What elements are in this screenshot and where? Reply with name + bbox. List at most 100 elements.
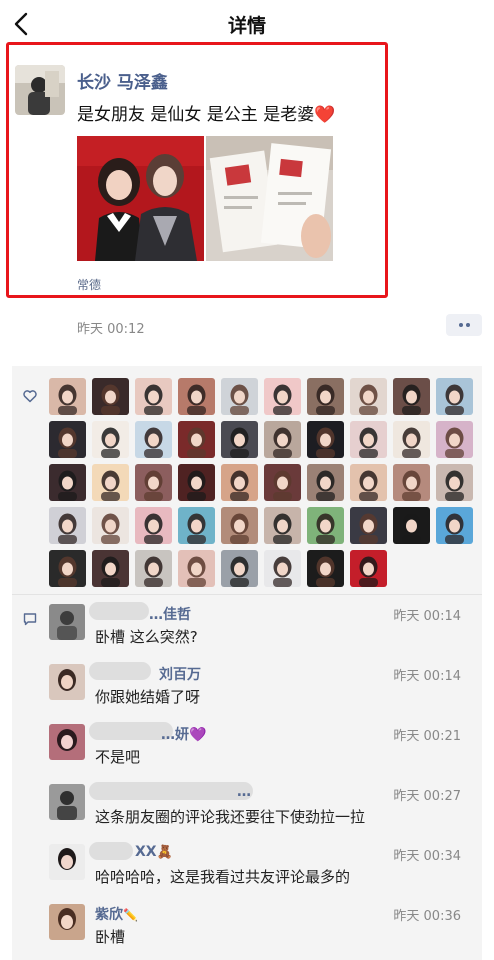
liker-avatar[interactable] (350, 378, 387, 415)
comment-text: 这条朋友圈的评论我还要往下使劲拉一拉 (95, 808, 366, 826)
commenter-name[interactable]: 刘百万 (159, 664, 201, 684)
comment-item[interactable]: 紫欣✏️ 昨天 00:36 卧槽 (49, 904, 475, 954)
liker-avatar[interactable] (135, 507, 172, 544)
liker-avatar[interactable] (135, 421, 172, 458)
liker-avatar[interactable] (135, 378, 172, 415)
post-location[interactable]: 常德 (77, 276, 101, 293)
liker-avatar[interactable] (221, 507, 258, 544)
comment-item[interactable]: XX🧸 昨天 00:34 哈哈哈哈，这是我看过共友评论最多的 (49, 842, 475, 894)
pencil-emoji: ✏️ (123, 908, 138, 922)
liker-avatar[interactable] (178, 507, 215, 544)
liker-avatar[interactable] (92, 550, 129, 587)
commenter-avatar[interactable] (49, 784, 85, 820)
liker-avatar[interactable] (178, 421, 215, 458)
liker-avatar[interactable] (49, 421, 86, 458)
liker-avatar[interactable] (393, 378, 430, 415)
liker-avatar[interactable] (92, 507, 129, 544)
commenter-avatar[interactable] (49, 604, 85, 640)
commenter-name-row[interactable]: …妍💜 (161, 724, 206, 744)
liker-avatar[interactable] (350, 464, 387, 501)
comment-item[interactable]: …妍💜 昨天 00:21 不是吧 (49, 722, 475, 774)
liker-avatar[interactable] (92, 421, 129, 458)
comment-text: 卧槽 (95, 928, 126, 946)
liker-avatar[interactable] (264, 464, 301, 501)
comment-item[interactable]: … 昨天 00:27 这条朋友圈的评论我还要往下使劲拉一拉 (49, 782, 475, 834)
liker-avatar[interactable] (436, 421, 473, 458)
liker-avatar[interactable] (135, 464, 172, 501)
comment-time: 昨天 00:14 (393, 609, 461, 624)
liker-avatar[interactable] (178, 464, 215, 501)
comment-item[interactable]: 刘百万 昨天 00:14 你跟她结婚了呀 (49, 662, 475, 714)
liker-avatar[interactable] (436, 464, 473, 501)
commenter-name[interactable]: … (237, 784, 251, 800)
liker-avatar[interactable] (178, 550, 215, 587)
liker-avatar[interactable] (178, 378, 215, 415)
blurred-name-overlay (89, 782, 253, 800)
comment-time: 昨天 00:34 (393, 849, 461, 864)
commenter-name-row[interactable]: 紫欣✏️ (95, 904, 138, 924)
liker-avatar[interactable] (264, 507, 301, 544)
post-timestamp: 昨天 00:12 (77, 322, 145, 337)
liker-avatar[interactable] (221, 421, 258, 458)
liker-avatar[interactable] (135, 550, 172, 587)
commenter-name[interactable]: …佳哲 (149, 604, 191, 624)
commenter-name: …妍 (161, 727, 189, 743)
liker-avatar[interactable] (49, 550, 86, 587)
comment-time: 昨天 00:21 (393, 729, 461, 744)
comment-time: 昨天 00:27 (393, 789, 461, 804)
liker-avatar[interactable] (436, 378, 473, 415)
liker-avatar[interactable] (221, 464, 258, 501)
liker-avatar[interactable] (221, 378, 258, 415)
commenter-avatar[interactable] (49, 724, 85, 760)
liker-avatar[interactable] (350, 550, 387, 587)
purple-heart-emoji: 💜 (189, 727, 207, 743)
post-photo-couple[interactable] (77, 136, 204, 261)
commenter-name: XX (135, 844, 157, 860)
red-heart-emoji: ❤️ (314, 105, 336, 125)
liker-avatar[interactable] (264, 421, 301, 458)
heart-outline-icon (23, 390, 37, 403)
liker-avatar[interactable] (49, 378, 86, 415)
liker-avatar[interactable] (92, 464, 129, 501)
commenter-avatar[interactable] (49, 664, 85, 700)
commenter-avatar[interactable] (49, 844, 85, 880)
liker-avatar[interactable] (307, 378, 344, 415)
blurred-name-overlay (89, 842, 133, 860)
liker-avatar[interactable] (49, 464, 86, 501)
liker-avatar[interactable] (221, 550, 258, 587)
comment-item[interactable]: …佳哲 昨天 00:14 卧槽 这么突然? (49, 602, 475, 654)
comment-text: 卧槽 这么突然? (95, 628, 198, 646)
moment-post: 长沙 马泽鑫 是女朋友 是仙女 是公主 是老婆❤️ 常德 昨天 00:12 (0, 42, 494, 338)
comment-text: 你跟她结婚了呀 (95, 688, 201, 706)
post-photo-certificate[interactable] (206, 136, 333, 261)
liker-avatar[interactable] (393, 421, 430, 458)
author-name[interactable]: 长沙 马泽鑫 (77, 68, 168, 93)
liker-avatar[interactable] (49, 507, 86, 544)
liker-avatar[interactable] (393, 464, 430, 501)
blurred-name-overlay (89, 602, 149, 620)
blurred-name-overlay (89, 662, 151, 680)
liker-avatar[interactable] (264, 550, 301, 587)
post-text: 是女朋友 是仙女 是公主 是老婆❤️ (77, 100, 335, 125)
commenter-avatar[interactable] (49, 904, 85, 940)
liker-avatar[interactable] (350, 507, 387, 544)
page-title: 详情 (227, 15, 266, 37)
liker-avatar[interactable] (350, 421, 387, 458)
interaction-panel: …佳哲 昨天 00:14 卧槽 这么突然? 刘百万 昨天 00:14 你跟她结婚… (12, 366, 482, 960)
liker-avatar[interactable] (307, 421, 344, 458)
commenter-name: 紫欣 (95, 907, 123, 923)
liker-avatar[interactable] (393, 507, 430, 544)
liker-avatar[interactable] (307, 507, 344, 544)
comment-time: 昨天 00:36 (393, 909, 461, 924)
comment-icon (23, 613, 37, 626)
comment-text: 不是吧 (95, 748, 141, 766)
author-avatar[interactable] (15, 65, 65, 115)
liker-avatar[interactable] (307, 550, 344, 587)
more-actions-button[interactable] (446, 314, 482, 336)
liker-avatar[interactable] (436, 507, 473, 544)
liker-avatar[interactable] (92, 378, 129, 415)
commenter-name-row[interactable]: XX🧸 (135, 844, 173, 860)
liker-avatar[interactable] (264, 378, 301, 415)
divider (12, 594, 482, 595)
liker-avatar[interactable] (307, 464, 344, 501)
